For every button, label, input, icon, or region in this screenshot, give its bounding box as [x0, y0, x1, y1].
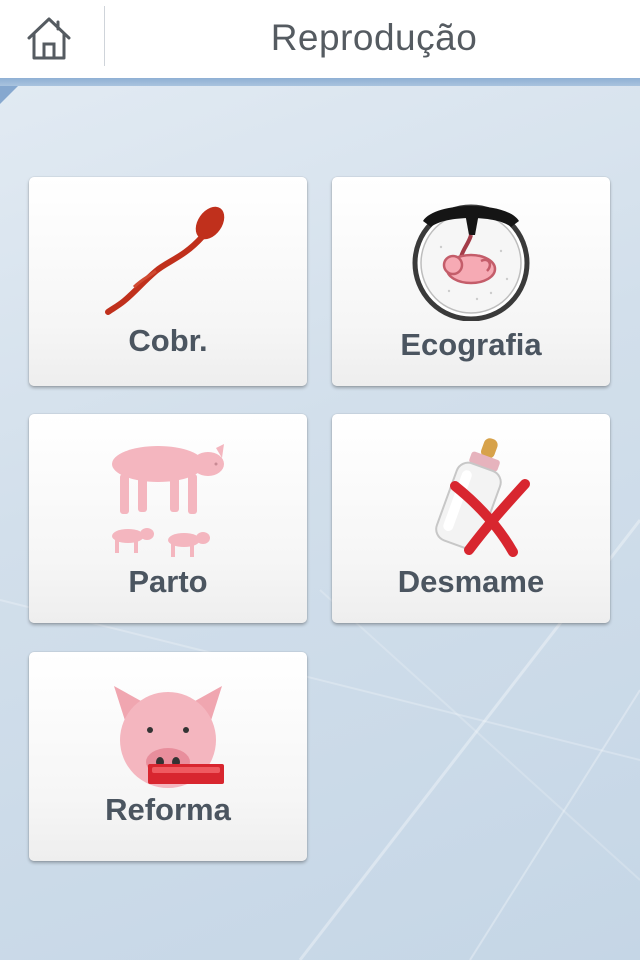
- menu-tile-label: Cobr.: [128, 323, 208, 358]
- menu-tile-ecografia[interactable]: Ecografia: [332, 177, 610, 386]
- pig-minus-icon: [114, 686, 224, 788]
- bottle-cross-icon: [435, 438, 530, 557]
- home-button[interactable]: [14, 8, 84, 68]
- header-accent-band: [0, 78, 640, 86]
- menu-tile-label: Reforma: [105, 792, 231, 827]
- sperm-icon: [105, 206, 225, 315]
- page-title: Reprodução: [270, 17, 478, 58]
- menu-tile-cobr[interactable]: Cobr.: [29, 177, 307, 386]
- menu-tile-parto[interactable]: Parto: [29, 414, 307, 623]
- menu-tile-reforma[interactable]: Reforma: [29, 652, 307, 861]
- sow-piglets-icon: [112, 444, 224, 557]
- header-divider: [104, 6, 105, 66]
- menu-tile-label: Ecografia: [400, 327, 542, 362]
- menu-tile-label: Parto: [128, 564, 208, 599]
- app-header: Reprodução: [0, 0, 640, 78]
- ultrasound-fetus-icon: [412, 204, 530, 321]
- menu-tile-desmame[interactable]: Desmame: [332, 414, 610, 623]
- home-icon: [27, 17, 71, 60]
- menu-tile-label: Desmame: [397, 564, 545, 599]
